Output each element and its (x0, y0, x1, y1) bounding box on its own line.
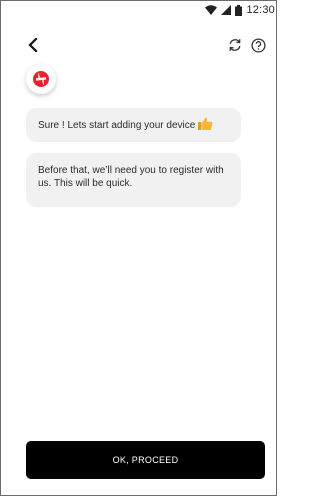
chat-message-bubble: Sure ! Lets start adding your device (26, 108, 241, 142)
help-icon (250, 37, 266, 53)
refresh-icon (229, 39, 241, 51)
chat-message-text: Sure ! Lets start adding your device (38, 119, 196, 131)
app-bar (0, 34, 277, 56)
status-bar: 12:30 (205, 0, 277, 20)
back-button[interactable] (22, 34, 44, 56)
help-button[interactable] (247, 34, 269, 56)
cell-signal-icon (221, 5, 232, 15)
brand-logo-icon (33, 71, 49, 87)
proceed-button[interactable]: OK, PROCEED (26, 441, 265, 479)
wifi-icon (205, 5, 218, 15)
chevron-left-icon (28, 38, 38, 52)
chat-message-bubble: Before that, we’ll need you to register … (26, 153, 241, 207)
assistant-avatar (26, 64, 56, 94)
thumbs-up-icon (198, 117, 213, 134)
chat-message-text: Before that, we’ll need you to register … (38, 165, 224, 189)
status-time: 12:30 (246, 4, 275, 16)
refresh-button[interactable] (224, 34, 246, 56)
battery-icon (235, 4, 243, 16)
